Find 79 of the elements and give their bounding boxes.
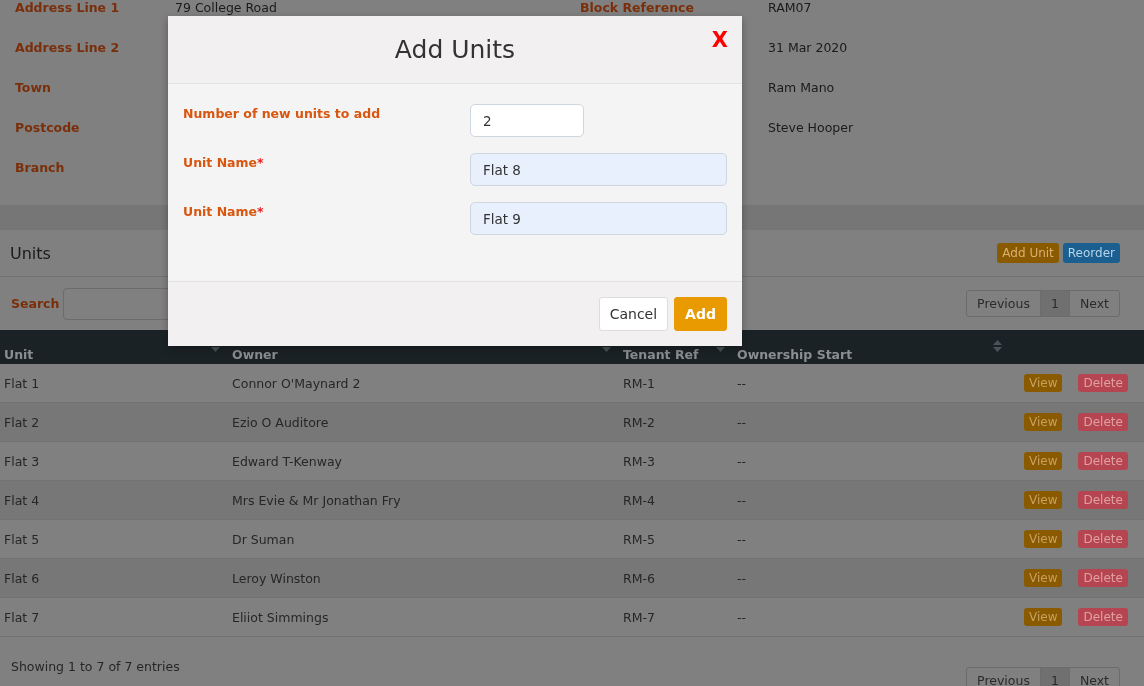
column-header[interactable]: Tenant Ref: [623, 347, 699, 362]
view-button[interactable]: View: [1024, 608, 1063, 626]
field-value: Ram Mano: [768, 80, 835, 96]
view-button[interactable]: View: [1024, 491, 1063, 509]
field-value: 31 Mar 2020: [768, 40, 848, 56]
panel-title: Units: [10, 243, 51, 263]
field-label: Town: [15, 80, 52, 96]
table-cell-text: --: [737, 531, 748, 547]
field-label: Postcode: [15, 120, 81, 136]
table-cell-text: Leroy Winston: [232, 570, 322, 586]
field-label: Unit Name: [183, 155, 258, 170]
field-label: Address Line 1: [15, 0, 121, 16]
add-unit-button[interactable]: Add Unit: [997, 243, 1059, 263]
table-cell-text: RM-6: [623, 570, 656, 586]
pagination-button[interactable]: 1: [1039, 291, 1069, 316]
table-cell-text: --: [737, 414, 748, 430]
input-field[interactable]: 2: [470, 104, 584, 137]
view-button[interactable]: View: [1024, 530, 1063, 548]
table-cell-text: Edward T-Kenway: [232, 453, 343, 469]
pagination-button[interactable]: 1: [1039, 668, 1069, 686]
view-button[interactable]: View: [1024, 413, 1063, 431]
table-cell-text: RM-7: [623, 609, 656, 625]
pagination-button[interactable]: Next: [1068, 291, 1119, 316]
table-cell-text: Flat 7: [4, 609, 41, 625]
table-cell-text: Flat 4: [4, 492, 41, 508]
table-cell-text: --: [737, 609, 748, 625]
table-cell-text: Eliiot Simmings: [232, 609, 330, 625]
search-label: Search: [11, 296, 60, 311]
delete-button[interactable]: Delete: [1078, 413, 1128, 431]
close-button[interactable]: X: [711, 28, 728, 52]
view-button[interactable]: View: [1024, 569, 1063, 587]
pagination-button[interactable]: Previous: [967, 291, 1040, 316]
modal-title: Add Units: [394, 35, 516, 64]
table-cell-text: RM-5: [623, 531, 656, 547]
required-mark: *: [257, 204, 264, 219]
table-cell-text: Flat 1: [4, 375, 41, 391]
table-cell-text: Ezio O Auditore: [232, 414, 330, 430]
table-cell-text: RM-3: [623, 453, 656, 469]
add-button[interactable]: Add: [674, 297, 727, 331]
field-label: Number of new units to add: [183, 106, 381, 121]
delete-button[interactable]: Delete: [1078, 530, 1128, 548]
delete-button[interactable]: Delete: [1078, 569, 1128, 587]
table-cell-text: --: [737, 453, 748, 469]
required-mark: *: [257, 155, 264, 170]
field-label: Unit Name: [183, 204, 258, 219]
input-field[interactable]: Flat 9: [470, 202, 727, 235]
table-cell-text: RM-4: [623, 492, 656, 508]
view-button[interactable]: View: [1024, 374, 1063, 392]
view-button[interactable]: View: [1024, 452, 1063, 470]
table-cell-text: RM-1: [623, 375, 656, 391]
table-cell-text: Flat 6: [4, 570, 41, 586]
delete-button[interactable]: Delete: [1078, 608, 1128, 626]
field-label: Address Line 2: [15, 40, 121, 56]
table-cell-text: --: [737, 492, 748, 508]
column-header[interactable]: Unit: [4, 347, 34, 362]
table-cell-text: --: [737, 375, 748, 391]
table-cell-text: Flat 2: [4, 414, 41, 430]
field-value: RAM07: [768, 0, 812, 16]
table-cell-text: Connor O'Maynard 2: [232, 375, 362, 391]
delete-button[interactable]: Delete: [1078, 452, 1128, 470]
field-label: Block Reference: [580, 0, 695, 16]
table-cell-text: Mrs Evie & Mr Jonathan Fry: [232, 492, 402, 508]
table-cell-text: Flat 3: [4, 453, 41, 469]
pagination-button[interactable]: Next: [1068, 668, 1119, 686]
table-cell-text: RM-2: [623, 414, 656, 430]
field-value: Steve Hooper: [768, 120, 854, 136]
cancel-button[interactable]: Cancel: [598, 297, 669, 331]
table-cell-text: Dr Suman: [232, 531, 296, 547]
reorder-button[interactable]: Reorder: [1062, 243, 1120, 263]
pagination-button[interactable]: Previous: [967, 668, 1040, 686]
field-label: Branch: [15, 160, 66, 176]
input-field[interactable]: Flat 8: [470, 153, 727, 186]
table-cell-text: Flat 5: [4, 531, 41, 547]
table-cell-text: --: [737, 570, 748, 586]
column-header[interactable]: Ownership Start: [737, 347, 853, 362]
column-header[interactable]: Owner: [232, 347, 278, 362]
entries-info: Showing 1 to 7 of 7 entries: [11, 659, 180, 676]
delete-button[interactable]: Delete: [1078, 374, 1128, 392]
delete-button[interactable]: Delete: [1078, 491, 1128, 509]
